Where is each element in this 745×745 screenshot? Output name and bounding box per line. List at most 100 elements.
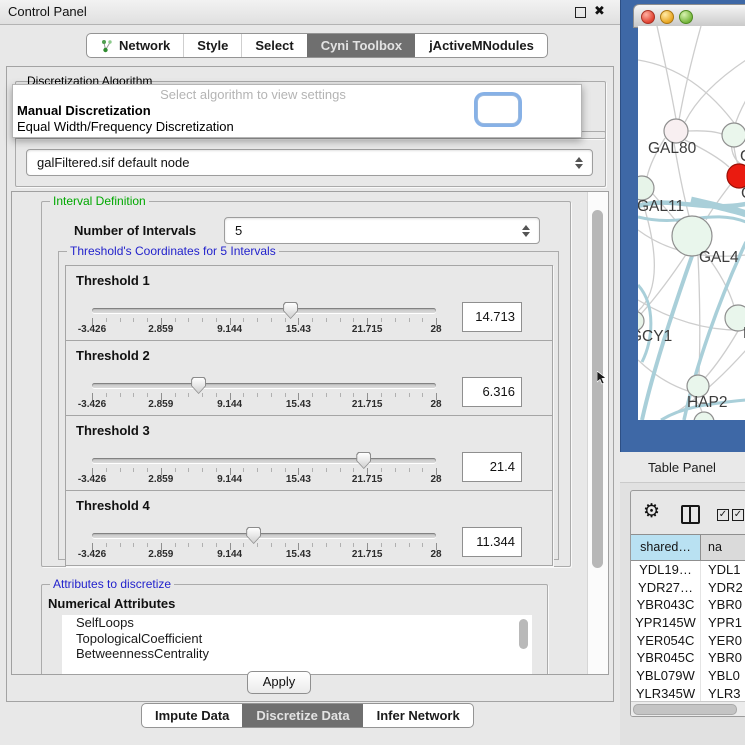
apply-button[interactable]: Apply [247, 671, 311, 694]
zoom-traffic-light-icon[interactable] [679, 10, 693, 24]
settings-scrollbar-thumb[interactable] [592, 210, 603, 568]
slider-tick [285, 543, 286, 547]
slider-tick-label: 21.715 [337, 474, 397, 485]
popup-item-equal-width-frequency[interactable]: Equal Width/Frequency Discretization [17, 119, 234, 134]
table-row[interactable]: YPR145WYPR1 [631, 614, 745, 632]
network-edge[interactable] [705, 331, 738, 378]
attribute-item[interactable]: SelfLoops [62, 615, 532, 631]
network-edge[interactable] [679, 26, 701, 120]
slider-tick [409, 543, 410, 547]
column-header-name[interactable]: na [701, 535, 745, 560]
close-icon[interactable]: ✖ [594, 3, 605, 19]
network-edge[interactable] [685, 60, 745, 122]
threshold-slider-track[interactable] [92, 458, 436, 463]
threshold-value-field[interactable]: 14.713 [462, 302, 522, 332]
table-row[interactable]: YDL19…YDL1 [631, 561, 745, 579]
table-row[interactable]: YBL079WYBL0 [631, 667, 745, 685]
slider-tick [257, 318, 258, 322]
network-edge[interactable] [657, 26, 676, 119]
network-edge[interactable] [638, 360, 688, 391]
float-window-icon[interactable] [575, 7, 586, 18]
checkbox-icon[interactable]: ✓ [732, 509, 744, 521]
slider-tick [395, 468, 396, 472]
threshold-slider-track[interactable] [92, 308, 436, 313]
numerical-attributes-label: Numerical Attributes [48, 596, 175, 611]
minimize-traffic-light-icon[interactable] [660, 10, 674, 24]
network-canvas[interactable]: GAL80GACGAL11GAL4GCY1HHAP2 [638, 26, 745, 420]
slider-tick [326, 468, 327, 472]
tab-style[interactable]: Style [183, 34, 241, 57]
table-row[interactable]: YLR345WYLR3 [631, 685, 745, 703]
network-edge[interactable] [688, 131, 722, 134]
threshold-value-field[interactable]: 11.344 [462, 527, 522, 557]
network-node[interactable] [722, 123, 745, 147]
slider-tick [353, 543, 354, 547]
numerical-attributes-list[interactable]: SelfLoopsTopologicalCoefficientBetweenne… [62, 615, 532, 675]
table-hscrollbar-thumb[interactable] [633, 704, 737, 715]
threshold-slider-thumb[interactable] [191, 377, 206, 394]
threshold-slider-thumb[interactable] [356, 452, 371, 469]
tab-network[interactable]: Network [87, 34, 183, 57]
table-data-combobox[interactable]: galFiltered.sif default node [26, 149, 593, 176]
slider-tick [188, 543, 189, 547]
slider-tick [202, 393, 203, 397]
threshold-value-field[interactable]: 6.316 [462, 377, 522, 407]
tab-label: Select [255, 38, 293, 53]
slider-tick [133, 543, 134, 547]
slider-tick-label: 15.43 [268, 324, 328, 335]
slider-tick [381, 543, 382, 547]
threshold-slider-track[interactable] [92, 383, 436, 388]
attribute-item[interactable]: TopologicalCoefficient [62, 631, 532, 647]
threshold-slider-thumb[interactable] [283, 302, 298, 319]
slider-tick [147, 393, 148, 397]
threshold-value-field[interactable]: 21.4 [462, 452, 522, 482]
settings-scrollbar[interactable] [587, 192, 608, 674]
tab-select[interactable]: Select [241, 34, 306, 57]
threshold-slider-track[interactable] [92, 533, 436, 538]
slider-tick [175, 318, 176, 322]
table-row[interactable]: YBR045CYBR0 [631, 649, 745, 667]
attribute-item[interactable]: BetweennessCentrality [62, 646, 532, 662]
attributes-scrollbar-thumb[interactable] [519, 619, 528, 649]
tab-jactivemnodules[interactable]: jActiveMNodules [415, 34, 547, 57]
tab-cyni-toolbox[interactable]: Cyni Toolbox [307, 34, 415, 57]
tab-impute-data[interactable]: Impute Data [142, 704, 242, 727]
table-row[interactable]: YER054CYER0 [631, 632, 745, 650]
network-window-titlebar[interactable] [633, 4, 745, 28]
network-node[interactable] [694, 412, 714, 420]
gear-icon[interactable]: ⚙ [643, 500, 660, 523]
column-header-shared-name[interactable]: shared… [631, 535, 701, 560]
algorithm-combobox-focus-ring[interactable] [477, 95, 519, 124]
slider-tick [340, 318, 341, 322]
tab-infer-network[interactable]: Infer Network [363, 704, 473, 727]
slider-tick-label: 28 [406, 549, 466, 560]
threshold-slider-thumb[interactable] [246, 527, 261, 544]
slider-tick [271, 543, 272, 547]
bottom-tab-bar: Impute DataDiscretize DataInfer Network [141, 703, 474, 728]
slider-tick [133, 393, 134, 397]
tab-label: Cyni Toolbox [321, 38, 402, 53]
application-window: Control Panel ✖ NetworkStyleSelectCyni T… [0, 0, 745, 745]
split-columns-icon[interactable] [681, 505, 700, 524]
slider-tick [422, 543, 423, 547]
slider-tick [106, 543, 107, 547]
slider-tick [326, 393, 327, 397]
slider-tick [188, 393, 189, 397]
slider-tick [120, 468, 121, 472]
table-row[interactable]: YDR27…YDR2 [631, 579, 745, 597]
right-panels: GAL80GACGAL11GAL4GCY1HHAP2 Table Panel ⚙… [620, 0, 745, 745]
popup-item-manual-discretization[interactable]: Manual Discretization [17, 103, 151, 118]
checkbox-icon[interactable]: ✓ [717, 509, 729, 521]
network-node[interactable] [725, 305, 745, 331]
tab-discretize-data[interactable]: Discretize Data [242, 704, 362, 727]
number-of-intervals-combobox[interactable]: 5 [224, 217, 540, 244]
table-horizontal-scrollbar[interactable] [631, 701, 745, 716]
slider-tick [381, 393, 382, 397]
table-row[interactable]: YBR043CYBR0 [631, 596, 745, 614]
threshold-label: Threshold 3 [76, 423, 150, 438]
attributes-legend: Attributes to discretize [50, 577, 174, 591]
close-traffic-light-icon[interactable] [641, 10, 655, 24]
settings-scroll-panel: Interval Definition Number of Intervals … [11, 191, 609, 675]
network-node[interactable] [638, 176, 654, 200]
slider-tick [133, 468, 134, 472]
